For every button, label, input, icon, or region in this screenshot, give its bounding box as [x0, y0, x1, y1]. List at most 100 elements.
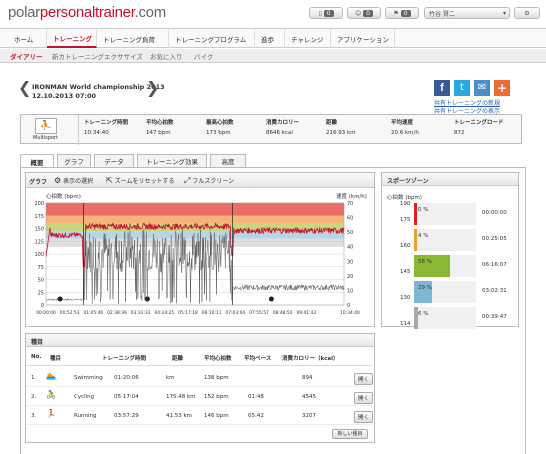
y-tick-label: 75 — [38, 265, 44, 271]
zone-bottom-bpm: 130 — [400, 295, 411, 301]
hr-zone-band — [46, 215, 344, 224]
zone-time: 06:16:07 — [482, 262, 507, 268]
zone-time: 00:25:05 — [482, 236, 507, 242]
friends-button[interactable]: ☺ 0 — [347, 7, 381, 19]
col-distance: 距離 — [172, 356, 184, 362]
sub-nav: ダイアリー 新カトレーニングエクササイズ お気に入り バイク — [0, 49, 546, 63]
runner-icon: 🏃 — [46, 409, 56, 418]
fullscreen-icon: ⤢ — [184, 176, 191, 185]
heart-rate-chart[interactable]: 心拍数 (bpm) 速度 (km/h)2001751501251007550250… — [26, 189, 374, 327]
stat-avg-hr-label: 平均心拍数 — [146, 120, 174, 126]
x-tick-label: 04:24:25 — [154, 310, 174, 316]
zone-top-bpm: 190 — [400, 201, 411, 207]
new-lap-button[interactable]: 新しい種目 — [332, 429, 368, 439]
subnav-favorites[interactable]: お気に入り — [150, 51, 183, 61]
y2-tick-label: 20 — [347, 274, 353, 280]
open-lap-button[interactable]: 開く — [354, 373, 374, 385]
user-menu[interactable]: 竹谷 賢二 ▾ — [424, 7, 510, 19]
sport-label: Multisport — [33, 135, 59, 141]
notifications-button[interactable]: ⚑ 0 — [385, 7, 419, 19]
open-lap-button[interactable]: 開く — [354, 411, 374, 423]
nav-training-program[interactable]: トレーニングプログラム — [169, 29, 255, 48]
gear-icon: ⚙ — [524, 9, 530, 17]
nav-applications[interactable]: アプリケーション — [331, 29, 395, 48]
lap-time: 03:57:29 — [114, 413, 139, 419]
friends-icon: ☺ — [354, 9, 362, 17]
col-time: トレーニング時間 — [102, 356, 147, 362]
lap-row: 3. Running 03:57:29 41.53 km 146 bpm 05:42 320… — [26, 408, 374, 425]
x-tick-label: 03:31:32 — [131, 310, 151, 316]
col-avg-hr: 平均心拍数 — [204, 356, 232, 362]
lap-no: 2. — [31, 394, 37, 400]
nav-training[interactable]: トレーニング — [47, 29, 97, 48]
y2-tick-label: 70 — [347, 201, 353, 207]
run-segment-icon — [268, 296, 274, 302]
settings-button[interactable]: ⚙ — [514, 7, 540, 19]
tab-data[interactable]: データ — [94, 154, 134, 167]
tab-overview[interactable]: 概要 — [20, 154, 54, 168]
next-session-arrow[interactable]: ❯ — [146, 78, 159, 97]
zone-bottom-bpm: 145 — [400, 269, 411, 275]
zone-bar-fill — [414, 203, 417, 225]
subnav-bike[interactable]: バイク — [194, 51, 213, 61]
fullscreen-button[interactable]: ⤢ フルスクリーン — [184, 176, 234, 186]
stat-distance-value: 216.93 km — [326, 130, 356, 136]
stat-avg-speed-label: 平均速度 — [391, 120, 414, 126]
tab-training-effect[interactable]: トレーニング効果 — [137, 154, 207, 167]
tab-graph[interactable]: グラフ — [57, 154, 91, 167]
lap-avg-hr: 138 bpm — [204, 375, 229, 381]
nav-home[interactable]: ホーム — [8, 29, 47, 48]
lap-no: 3. — [31, 413, 37, 419]
x-tick-label: 08:48:50 — [273, 310, 293, 316]
x-tick-label: 06:10:11 — [202, 310, 222, 316]
x-tick-label: 07:03:04 — [225, 310, 245, 316]
y2-tick-label: 60 — [347, 216, 353, 222]
col-no: No. — [31, 354, 42, 360]
zone-time: 03:02:31 — [482, 288, 507, 294]
stat-max-hr-label: 最高心拍数 — [206, 120, 234, 126]
facebook-icon[interactable]: f — [434, 80, 450, 96]
lap-time: 01:20:06 — [114, 375, 139, 381]
message-icon: ▯ — [318, 9, 322, 17]
lap-avg-pace: 05:42 — [248, 413, 264, 419]
chevron-down-icon: ▾ — [502, 9, 506, 17]
share-plus-icon[interactable]: + — [494, 80, 510, 96]
lap-avg-hr: 152 bpm — [204, 394, 229, 400]
x-tick-label: 01:45:46 — [83, 310, 103, 316]
stat-duration-value: 10:34:40 — [84, 130, 109, 136]
reset-zoom-button[interactable]: ⇱ ズームをリセットする — [106, 176, 174, 185]
zone-bottom-bpm: 160 — [400, 243, 411, 249]
subnav-diary[interactable]: ダイアリー — [10, 51, 43, 61]
stat-calories-value: 8646 kcal — [266, 130, 293, 136]
zoom-reset-icon: ⇱ — [106, 176, 113, 185]
y-axis-label: 心拍数 (bpm) — [46, 192, 81, 200]
lap-row: 1. Swimming 01:20:06 km 138 bpm 894 🏊 開く — [26, 370, 374, 387]
chart-graph-label: グラフ — [29, 179, 48, 186]
site-logo[interactable]: polarpersonaltrainer.com — [8, 4, 166, 21]
open-lap-button[interactable]: 開く — [354, 392, 374, 404]
nav-progress[interactable]: 進歩 — [255, 29, 285, 48]
show-selection-button[interactable]: ⚙ 表示の選択 — [54, 176, 93, 185]
tab-altitude[interactable]: 高度 — [210, 154, 246, 167]
cyclist-icon: 🚴 — [46, 390, 56, 399]
lap-sport: Cycling — [74, 394, 95, 400]
subnav-new-exercise[interactable]: 新カトレーニングエクササイズ — [52, 51, 143, 61]
y2-tick-label: 10 — [347, 288, 353, 294]
email-icon[interactable]: ✉ — [474, 80, 490, 96]
stat-distance-label: 距離 — [326, 120, 338, 126]
nav-challenge[interactable]: チャレンジ — [285, 29, 331, 48]
zone-time: 00:39:47 — [482, 314, 507, 320]
messages-button[interactable]: ▯ 0 — [309, 7, 343, 19]
nav-training-load[interactable]: トレーニング負荷 — [97, 29, 169, 48]
stat-training-load-label: トレーニングロード — [454, 120, 504, 126]
hr-zone-band — [46, 203, 344, 216]
swim-segment-icon — [57, 296, 63, 302]
lap-calories: 4545 — [302, 394, 316, 400]
twitter-icon[interactable]: t — [454, 80, 470, 96]
y-tick-label: 200 — [34, 201, 44, 207]
lap-calories: 3207 — [302, 413, 316, 419]
session-title: IRONMAN World championship 2013 — [32, 83, 165, 91]
zones-title: スポーツゾーン — [387, 178, 429, 185]
prev-session-arrow[interactable]: ❮ — [18, 78, 31, 97]
lap-distance: 41.53 km — [166, 413, 193, 419]
